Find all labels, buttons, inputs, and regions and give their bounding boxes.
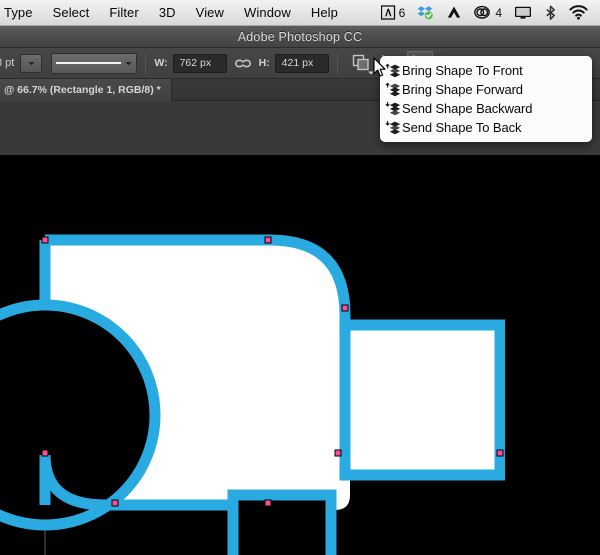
macos-menu-bar: Type Select Filter 3D View Window Help 6 [0,0,600,26]
document-tab-label: @ 66.7% (Rectangle 1, RGB/8) * [4,84,161,96]
anchor-point-square-right[interactable] [335,450,341,456]
width-value: 762 px [180,57,212,69]
anchor-point-top-right[interactable] [265,237,271,243]
bluetooth-status[interactable] [538,0,563,25]
center-square-shape [233,495,331,555]
stroke-style-chevron-down-icon [125,61,132,66]
options-divider-2 [337,53,338,74]
menu-view[interactable]: View [186,1,234,25]
bring-forward-icon [384,82,401,97]
anchor-point-bottom-right[interactable] [265,500,271,506]
wifi-icon [569,5,588,20]
anchor-point-bottom-left[interactable] [112,500,118,506]
menu-filter[interactable]: Filter [99,1,149,25]
dropbox-icon [417,5,434,20]
mouse-cursor [373,57,387,83]
photoshop-window: Type Select Filter 3D View Window Help 6 [0,0,600,555]
wifi-status[interactable] [563,0,594,25]
display-status[interactable] [508,0,538,25]
canvas-mask-right [505,320,600,485]
google-drive-status[interactable] [440,0,468,25]
creative-cloud-status[interactable]: 4 [468,0,508,25]
width-input[interactable]: 762 px [173,54,227,73]
stroke-width-dropdown-button[interactable] [20,54,42,73]
menu-item-send-shape-backward-label: Send Shape Backward [402,101,532,116]
path-operations-icon [352,54,371,72]
dropbox-status[interactable] [411,0,440,25]
link-dimensions-button[interactable] [235,58,251,69]
adobe-application-manager-status[interactable]: 6 [375,0,412,25]
anchor-point-left-lower[interactable] [42,450,48,456]
shape-arrangement-context-menu: Bring Shape To Front Bring Shape Forward [380,56,592,142]
send-backward-icon [384,101,401,116]
menu-window[interactable]: Window [234,1,301,25]
anchor-point-far-right[interactable] [497,450,503,456]
stroke-style-line [56,62,121,64]
adobe-badge-count: 6 [399,6,406,20]
anchor-point-right-upper[interactable] [342,305,348,311]
menu-item-send-shape-to-back[interactable]: Send Shape To Back [380,118,592,137]
arrow-pointer-icon [373,57,387,78]
application-title-bar: Adobe Photoshop CC [0,26,600,48]
menu-item-bring-shape-forward-label: Bring Shape Forward [402,82,523,97]
document-tab[interactable]: @ 66.7% (Rectangle 1, RGB/8) * [0,79,172,101]
height-value: 421 px [282,57,314,69]
menu-select[interactable]: Select [43,1,100,25]
stroke-width-value[interactable]: 3 pt [0,57,14,69]
stroke-style-preview[interactable] [51,53,137,74]
menu-3d[interactable]: 3D [149,1,186,25]
menu-bar-items: Type Select Filter 3D View Window Help [0,0,348,25]
vector-shape-artwork [0,155,600,555]
menu-item-send-shape-to-back-label: Send Shape To Back [402,120,521,135]
menu-bar-status-area: 6 [375,0,600,25]
menu-item-bring-shape-forward[interactable]: Bring Shape Forward [380,80,592,99]
google-drive-icon [446,5,462,20]
options-divider-1 [145,53,146,74]
adobe-application-manager-icon [381,5,396,20]
menu-item-send-shape-backward[interactable]: Send Shape Backward [380,99,592,118]
creative-cloud-icon [474,5,492,20]
width-label: W: [154,57,167,69]
menu-item-bring-shape-to-front-label: Bring Shape To Front [402,63,523,78]
send-to-back-icon [384,120,401,135]
menu-type[interactable]: Type [0,1,43,25]
chain-link-icon [235,58,251,69]
document-canvas[interactable] [0,155,600,555]
bluetooth-icon [544,5,557,21]
menu-help[interactable]: Help [301,1,348,25]
application-title: Adobe Photoshop CC [238,30,363,44]
right-rectangle-fill [345,325,500,475]
path-operations-button[interactable] [349,51,375,76]
chevron-down-icon [28,61,35,66]
height-input[interactable]: 421 px [275,54,329,73]
menu-item-bring-shape-to-front[interactable]: Bring Shape To Front [380,61,592,80]
creative-cloud-count: 4 [495,6,502,20]
height-label: H: [259,57,270,69]
display-icon [514,5,532,20]
anchor-point-top-left[interactable] [42,237,48,243]
